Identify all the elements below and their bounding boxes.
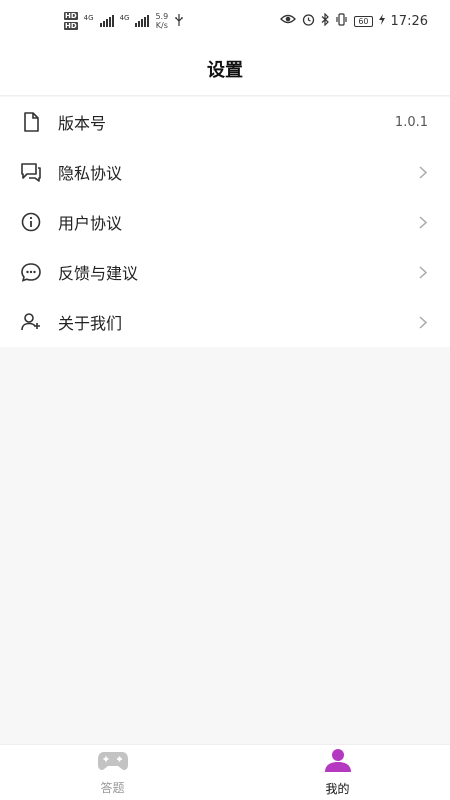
menu-item-feedback[interactable]: 反馈与建议: [0, 247, 450, 297]
menu-item-user-agreement[interactable]: 用户协议: [0, 197, 450, 247]
status-right: 60 17:26: [280, 12, 428, 30]
speed-value: 5.9: [155, 12, 169, 21]
settings-menu: 版本号 1.0.1 隐私协议 用户协议 反馈与建议 关于我们: [0, 97, 450, 347]
eye-icon: [280, 13, 297, 29]
battery-indicator: 60: [354, 15, 373, 27]
tab-quiz[interactable]: 答题: [0, 745, 225, 800]
menu-label: 关于我们: [58, 314, 123, 333]
gamepad-icon: [97, 750, 129, 776]
feedback-icon: [20, 261, 42, 283]
clock-time: 17:26: [390, 13, 428, 29]
document-icon: [20, 111, 42, 133]
menu-item-version[interactable]: 版本号 1.0.1: [0, 97, 450, 147]
tab-label: 答题: [100, 780, 125, 795]
network-type: 4G: [119, 14, 130, 22]
menu-item-privacy-policy[interactable]: 隐私协议: [0, 147, 450, 197]
menu-label: 反馈与建议: [58, 264, 139, 283]
chevron-right-icon: [418, 315, 428, 329]
vibrate-icon: [335, 12, 348, 30]
bottom-tab-bar: 答题 我的: [0, 744, 450, 800]
speed-unit: K/s: [155, 21, 168, 30]
person-icon: [322, 748, 354, 777]
hd-indicators: HD HD: [64, 12, 78, 30]
chevron-right-icon: [418, 265, 428, 279]
version-value: 1.0.1: [394, 114, 428, 130]
chat-icon: [20, 161, 42, 183]
signal-icon: [99, 15, 114, 27]
tab-label: 我的: [325, 781, 350, 796]
page-title: 设置: [207, 59, 243, 81]
signal-icon: [135, 15, 150, 27]
alarm-icon: [302, 13, 315, 30]
status-left: HD HD 4G 4G 5.9 K/s: [64, 12, 184, 30]
network-speed: 5.9 K/s: [155, 12, 168, 30]
hd-badge: HD: [64, 22, 78, 30]
bluetooth-icon: [321, 12, 330, 30]
menu-label: 版本号: [58, 114, 107, 133]
header: 设置: [0, 42, 450, 96]
menu-label: 隐私协议: [58, 164, 123, 183]
tab-mine[interactable]: 我的: [225, 745, 450, 800]
usb-icon: [174, 13, 184, 29]
info-icon: [20, 211, 42, 233]
status-bar: HD HD 4G 4G 5.9 K/s 60 17:26: [0, 0, 450, 42]
charging-icon: [378, 13, 385, 29]
chevron-right-icon: [418, 215, 428, 229]
chevron-right-icon: [418, 165, 428, 179]
network-type: 4G: [83, 14, 94, 22]
hd-badge: HD: [64, 12, 78, 20]
user-add-icon: [20, 311, 42, 333]
menu-label: 用户协议: [58, 214, 123, 233]
menu-item-about-us[interactable]: 关于我们: [0, 297, 450, 347]
